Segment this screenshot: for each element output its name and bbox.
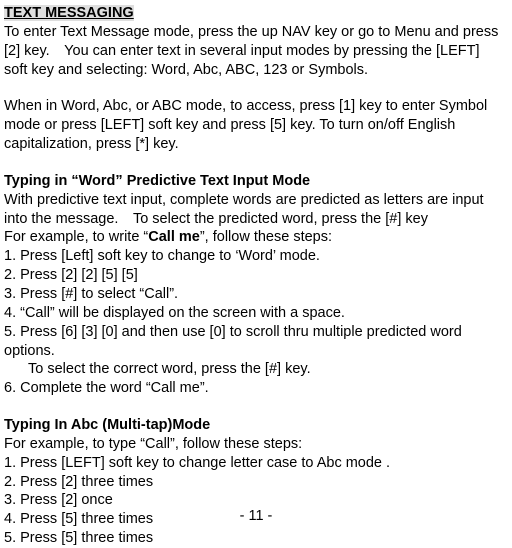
text-segment: For example, to write “ [4,229,148,245]
word-step-1: 1. Press [Left] soft key to change to ‘W… [4,247,504,266]
page-number: - 11 - [0,507,512,526]
text-segment: ”, follow these steps: [200,229,332,245]
word-mode-desc: With predictive text input, complete wor… [4,191,504,229]
word-step-6: 6. Complete the word “Call me”. [4,379,504,398]
word-step-5-cont: To select the correct word, press the [#… [4,360,504,379]
word-mode-heading: Typing in “Word” Predictive Text Input M… [4,172,504,191]
word-step-4: 4. “Call” will be displayed on the scree… [4,304,504,323]
abc-step-1: 1. Press [LEFT] soft key to change lette… [4,454,504,473]
word-mode-example-intro: For example, to write “Call me”, follow … [4,228,504,247]
intro-paragraph-2: When in Word, Abc, or ABC mode, to acces… [4,97,504,154]
abc-mode-heading: Typing In Abc (Multi-tap)Mode [4,416,504,435]
word-step-2: 2. Press [2] [2] [5] [5] [4,266,504,285]
abc-mode-example-intro: For example, to type “Call”, follow thes… [4,435,504,454]
intro-paragraph-1: To enter Text Message mode, press the up… [4,23,504,80]
word-step-3: 3. Press [#] to select “Call”. [4,285,504,304]
section-title: TEXT MESSAGING [4,5,134,21]
abc-step-2: 2. Press [2] three times [4,473,504,492]
bold-example-text: Call me [148,229,200,245]
word-step-5: 5. Press [6] [3] [0] and then use [0] to… [4,323,504,361]
abc-step-5: 5. Press [5] three times [4,529,504,548]
